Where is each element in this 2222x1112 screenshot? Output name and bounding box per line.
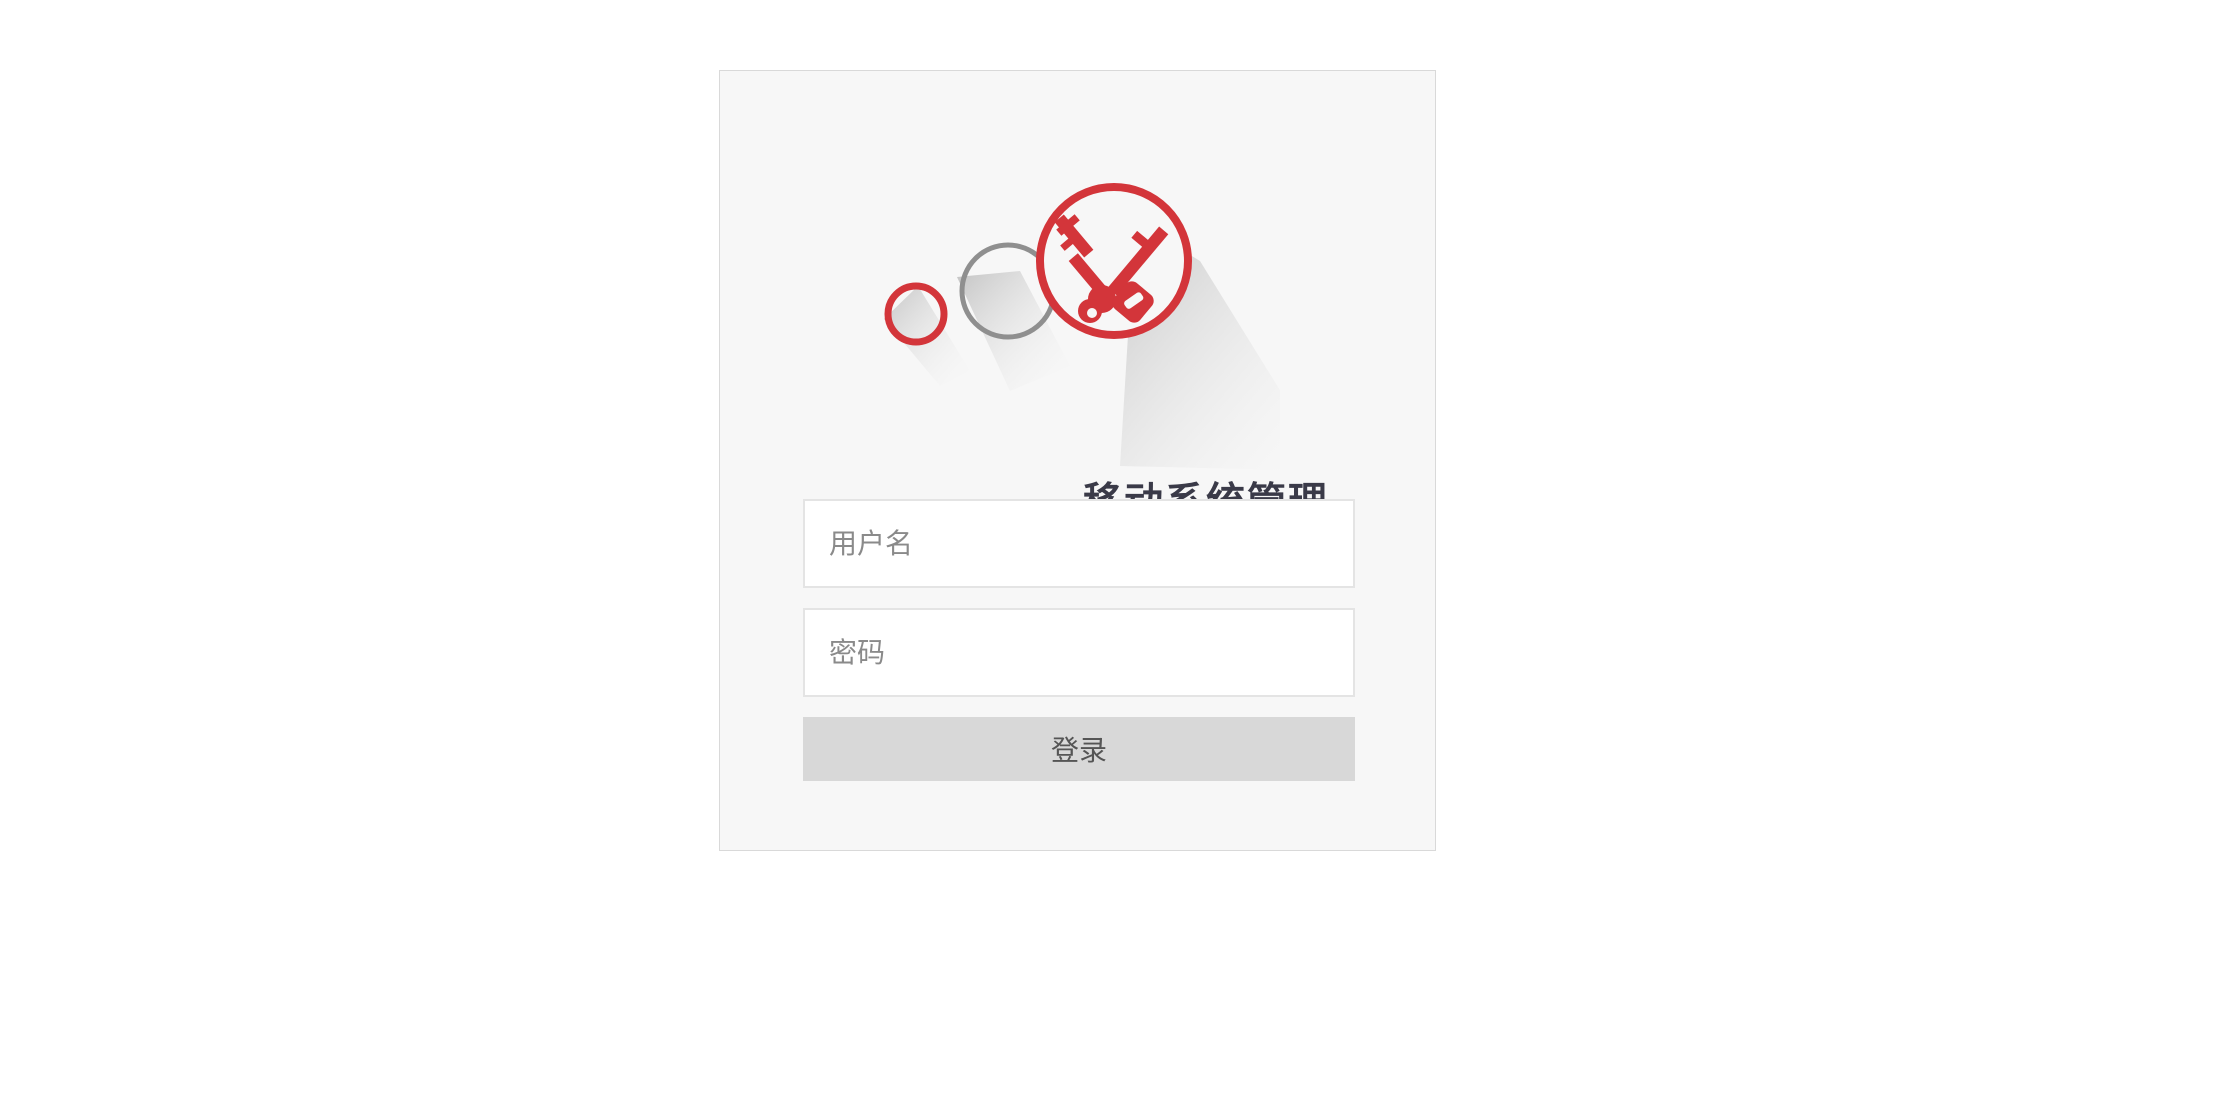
password-input[interactable] <box>803 608 1355 697</box>
login-button[interactable]: 登录 <box>803 717 1355 781</box>
app-logo: 移动系统管理 <box>870 181 1330 525</box>
login-page: 移动系统管理 登录 <box>0 0 2222 1112</box>
logo-ring-large <box>1036 183 1192 339</box>
login-card: 移动系统管理 登录 <box>719 70 1436 851</box>
username-input[interactable] <box>803 499 1355 588</box>
logo-graphic <box>884 183 1330 471</box>
